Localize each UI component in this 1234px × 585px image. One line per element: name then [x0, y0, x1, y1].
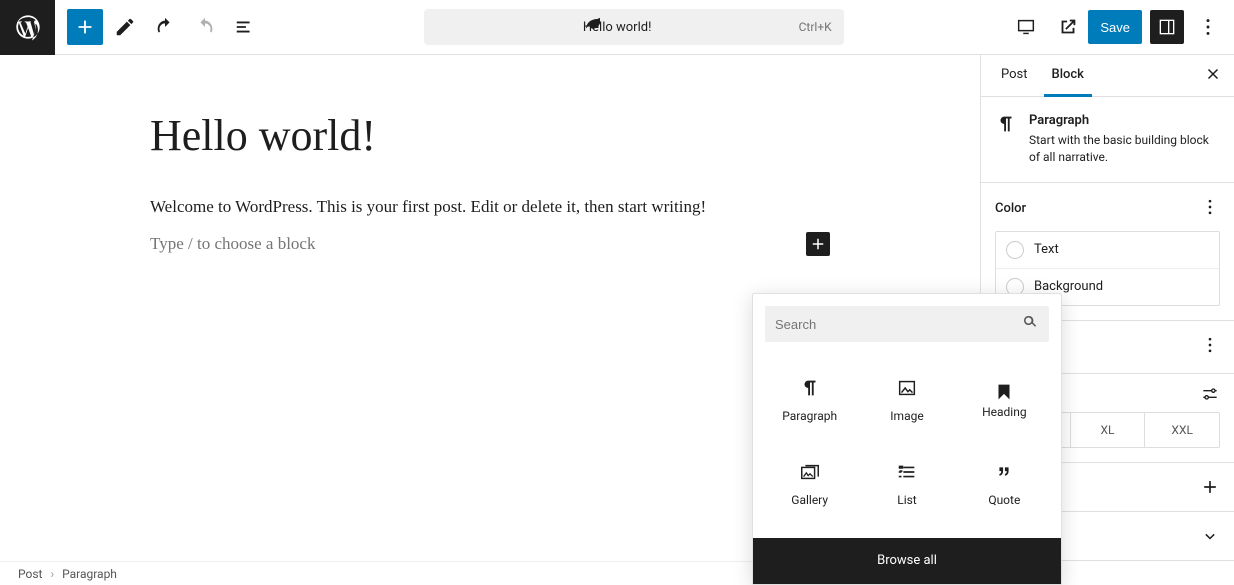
options-button[interactable] [1190, 9, 1226, 45]
tab-block[interactable]: Block [1044, 55, 1092, 97]
post-title[interactable]: Hello world! [150, 110, 830, 161]
inserter-search[interactable] [765, 306, 1049, 342]
inserter-item-label: Heading [982, 405, 1027, 419]
color-panel-menu[interactable] [1200, 197, 1220, 221]
chevron-right-icon: › [50, 567, 54, 581]
inserter-item-heading[interactable]: Heading [956, 358, 1053, 442]
top-toolbar: Hello world! Ctrl+K Save [0, 0, 1234, 55]
block-card-title: Paragraph [1029, 113, 1220, 128]
feather-icon [584, 17, 600, 37]
breadcrumb-current[interactable]: Paragraph [62, 567, 117, 581]
toggle-inserter-button[interactable] [67, 9, 103, 45]
color-text-label: Text [1034, 242, 1059, 257]
color-panel-title: Color [995, 201, 1026, 216]
toolbar-right: Save [1004, 9, 1234, 45]
search-icon [1021, 313, 1039, 335]
tools-button[interactable] [107, 9, 143, 45]
inserter-item-label: Paragraph [782, 409, 837, 423]
command-shortcut: Ctrl+K [799, 20, 832, 34]
size-xxl-button[interactable]: XXL [1144, 413, 1219, 447]
block-appender-placeholder[interactable]: Type / to choose a block [150, 234, 315, 254]
color-background-label: Background [1034, 279, 1103, 294]
redo-button[interactable] [187, 9, 223, 45]
inserter-item-image[interactable]: Image [858, 358, 955, 442]
inserter-search-input[interactable] [775, 317, 1021, 332]
inserter-browse-all[interactable]: Browse all [753, 538, 1061, 584]
color-text-row[interactable]: Text [996, 232, 1219, 268]
inserter-item-gallery[interactable]: Gallery [761, 442, 858, 526]
document-title-bar[interactable]: Hello world! Ctrl+K [424, 9, 844, 45]
inserter-item-label: Gallery [791, 493, 828, 507]
document-overview-button[interactable] [227, 9, 263, 45]
tab-post[interactable]: Post [993, 55, 1036, 97]
inserter-item-paragraph[interactable]: Paragraph [761, 358, 858, 442]
block-card-description: Start with the basic building block of a… [1029, 132, 1220, 166]
inserter-item-quote[interactable]: Quote [956, 442, 1053, 526]
inserter-item-label: Quote [988, 493, 1020, 507]
block-card: Paragraph Start with the basic building … [981, 97, 1234, 183]
inline-inserter-button[interactable] [806, 232, 830, 256]
inserter-item-label: Image [890, 409, 923, 423]
save-button[interactable]: Save [1088, 10, 1142, 44]
view-post-button[interactable] [1050, 9, 1086, 45]
breadcrumb-root[interactable]: Post [18, 567, 42, 581]
close-sidebar-button[interactable] [1204, 65, 1222, 87]
typography-panel-menu[interactable] [1200, 335, 1220, 359]
inserter-item-list[interactable]: List [858, 442, 955, 526]
inserter-item-label: List [897, 493, 917, 507]
document-title: Hello world! [436, 20, 799, 35]
undo-button[interactable] [147, 9, 183, 45]
color-swatch-icon [1006, 241, 1024, 259]
size-xl-button[interactable]: XL [1070, 413, 1145, 447]
wordpress-logo[interactable] [0, 0, 55, 55]
block-inserter-popover: Paragraph Image Heading Gallery List Quo… [752, 293, 1062, 585]
post-paragraph[interactable]: Welcome to WordPress. This is your first… [150, 193, 830, 220]
settings-panel-toggle[interactable] [1150, 10, 1184, 44]
paragraph-icon [995, 113, 1017, 166]
view-desktop-button[interactable] [1008, 9, 1044, 45]
